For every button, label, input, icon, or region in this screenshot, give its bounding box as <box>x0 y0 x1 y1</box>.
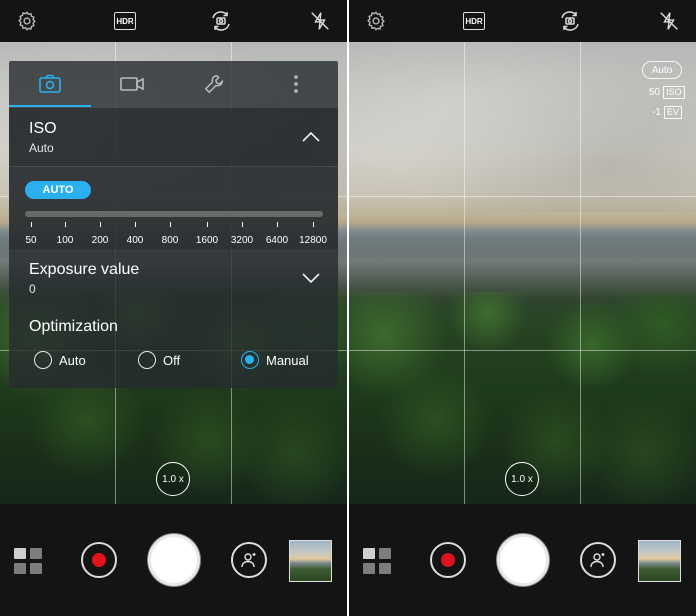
hdr-label: HDR <box>114 12 136 30</box>
beautify-selfie-button[interactable] <box>580 542 616 578</box>
optimization-auto-radio[interactable]: Auto <box>34 351 86 369</box>
active-tab-indicator <box>9 105 91 107</box>
tab-more[interactable] <box>255 61 337 107</box>
iso-tick: 200 <box>82 222 118 248</box>
flash-off-icon[interactable] <box>308 9 332 33</box>
record-video-button[interactable] <box>81 542 117 578</box>
osd-ev: -1 EV <box>652 106 682 119</box>
grid-line <box>349 196 696 197</box>
shutter-button[interactable] <box>497 534 549 586</box>
optimization-off-radio[interactable]: Off <box>138 351 180 369</box>
switch-camera-icon[interactable] <box>558 9 582 33</box>
iso-tick: 400 <box>117 222 153 248</box>
iso-tick: 1600 <box>189 222 225 248</box>
hdr-button[interactable]: HDR <box>113 9 137 33</box>
wrench-icon <box>204 75 224 94</box>
record-dot-icon <box>92 553 106 567</box>
record-video-button[interactable] <box>430 542 466 578</box>
osd-ev-label: EV <box>663 106 682 119</box>
iso-tick: 3200 <box>224 222 260 248</box>
switch-camera-icon[interactable] <box>209 9 233 33</box>
manual-settings-panel: ISO Auto AUTO 50 100 200 400 800 1600 32… <box>9 61 338 388</box>
more-vertical-icon <box>294 75 298 93</box>
osd-iso-value: 50 <box>649 87 661 98</box>
top-toolbar: HDR <box>349 0 696 42</box>
tab-video[interactable] <box>91 61 173 107</box>
osd-mode-badge: Auto <box>642 61 682 79</box>
beautify-selfie-button[interactable] <box>231 542 267 578</box>
exposure-value: 0 <box>29 282 36 296</box>
bottom-controls <box>0 504 347 616</box>
iso-value: Auto <box>29 141 54 155</box>
optimization-title: Optimization <box>29 318 118 335</box>
shutter-button[interactable] <box>148 534 200 586</box>
chevron-down-icon[interactable] <box>302 269 320 287</box>
zoom-level-button[interactable]: 1.0 x <box>156 462 190 496</box>
hdr-label: HDR <box>463 12 485 30</box>
iso-tick: 6400 <box>259 222 295 248</box>
viewfinder[interactable]: Auto 50 ISO -1 EV 1.0 x <box>349 42 696 504</box>
record-dot-icon <box>441 553 455 567</box>
mode-grid-icon[interactable] <box>14 548 44 574</box>
grid-line <box>580 42 581 504</box>
zoom-level-button[interactable]: 1.0 x <box>505 462 539 496</box>
gallery-thumbnail[interactable] <box>638 540 681 582</box>
camera-screen-viewfinder: HDR Auto 50 ISO -1 EV 1.0 x <box>349 0 696 616</box>
gallery-thumbnail[interactable] <box>289 540 332 582</box>
person-sparkle-icon <box>241 553 256 568</box>
iso-tick: 50 <box>13 222 49 248</box>
exposure-setting-header[interactable]: Exposure value 0 <box>9 251 338 301</box>
radio-circle-selected <box>241 351 259 369</box>
tab-tools[interactable] <box>173 61 255 107</box>
top-toolbar: HDR <box>0 0 347 42</box>
osd-iso-label: ISO <box>663 86 685 99</box>
optimization-manual-radio[interactable]: Manual <box>241 351 309 369</box>
video-camera-icon <box>120 77 144 91</box>
bottom-controls <box>349 504 696 616</box>
grid-line <box>464 42 465 504</box>
iso-tick: 12800 <box>295 222 331 248</box>
iso-tick: 100 <box>47 222 83 248</box>
hdr-button[interactable]: HDR <box>462 9 486 33</box>
flash-off-icon[interactable] <box>657 9 681 33</box>
iso-tick: 800 <box>152 222 188 248</box>
chevron-up-icon[interactable] <box>302 128 320 146</box>
osd-ev-value: -1 <box>652 107 661 118</box>
settings-tabs <box>9 61 338 107</box>
radio-circle <box>138 351 156 369</box>
exposure-title: Exposure value <box>29 261 140 278</box>
iso-tick-labels: 50 100 200 400 800 1600 3200 6400 12800 <box>25 222 326 248</box>
optimization-options: Auto Off Manual <box>9 351 338 373</box>
camera-screen-settings: HDR 1.0 x ISO Auto AUTO 50 100 200 400 8… <box>0 0 347 616</box>
iso-title: ISO <box>29 120 57 137</box>
camera-icon <box>39 74 61 93</box>
radio-circle <box>34 351 52 369</box>
mode-grid-icon[interactable] <box>363 548 393 574</box>
iso-slider-area: AUTO 50 100 200 400 800 1600 3200 6400 1… <box>9 167 338 249</box>
iso-slider-track[interactable] <box>25 211 323 217</box>
tab-photo[interactable] <box>9 61 91 107</box>
iso-setting-header[interactable]: ISO Auto <box>9 108 338 166</box>
osd-iso: 50 ISO <box>649 86 685 99</box>
settings-gear-icon[interactable] <box>364 9 388 33</box>
iso-auto-button[interactable]: AUTO <box>25 181 91 199</box>
grid-line <box>349 350 696 351</box>
person-sparkle-icon <box>590 553 605 568</box>
viewfinder-city <box>349 237 696 297</box>
settings-gear-icon[interactable] <box>15 9 39 33</box>
